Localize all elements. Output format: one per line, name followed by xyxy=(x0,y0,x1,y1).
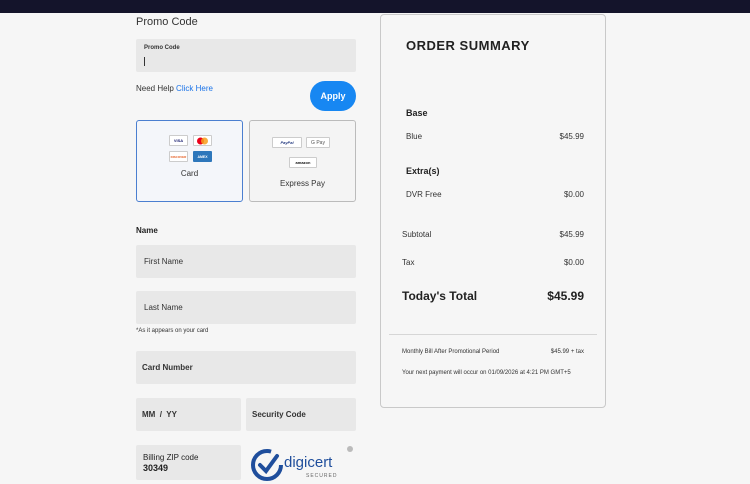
tax-value: $0.00 xyxy=(563,258,584,267)
need-help-text: Need Help Click Here xyxy=(136,84,213,93)
expiry-field[interactable]: MM / YY xyxy=(136,398,241,431)
click-here-link[interactable]: Click Here xyxy=(176,84,213,93)
total-value: $45.99 xyxy=(547,289,584,303)
extra-item-name: DVR Free xyxy=(406,190,442,199)
monthly-bill-label: Monthly Bill After Promotional Period xyxy=(402,349,500,355)
digicert-badge: digicert SECURED xyxy=(250,444,356,482)
top-bar xyxy=(0,0,750,13)
paypal-icon: PayPal xyxy=(272,137,302,148)
base-item-name: Blue xyxy=(406,132,423,141)
visa-icon: VISA xyxy=(169,135,188,146)
name-hint: *As it appears on your card xyxy=(136,328,209,334)
zip-value: 30349 xyxy=(143,463,169,473)
registered-icon xyxy=(347,446,353,452)
payment-method-card[interactable]: VISA DISCOVER AMEX Card xyxy=(136,120,243,202)
digicert-check-icon xyxy=(251,449,283,481)
billing-zip-field[interactable]: Billing ZIP code 30349 xyxy=(136,445,241,480)
express-pay-label: Express Pay xyxy=(280,179,325,188)
digicert-wordmark: digicert xyxy=(284,454,333,471)
promo-section-label: Promo Code xyxy=(136,16,198,28)
base-item-price: $45.99 xyxy=(559,132,584,141)
text-caret xyxy=(144,57,145,66)
apply-button[interactable]: Apply xyxy=(310,81,356,111)
order-summary-panel: ORDER SUMMARY Base Blue $45.99 Extra(s) … xyxy=(380,14,606,408)
base-heading: Base xyxy=(406,108,428,118)
amazon-pay-icon: amazon xyxy=(289,157,317,168)
expiry-placeholder: MM / YY xyxy=(142,410,177,419)
monthly-bill-value: $45.99 + tax xyxy=(550,349,584,355)
extra-item-price: $0.00 xyxy=(563,190,584,199)
first-name-placeholder: First Name xyxy=(144,257,184,266)
google-pay-icon: G Pay xyxy=(306,137,330,148)
mastercard-icon xyxy=(193,135,212,146)
total-label: Today's Total xyxy=(402,289,478,303)
payment-method-express[interactable]: PayPal G Pay amazon Express Pay xyxy=(249,120,356,202)
subtotal-label: Subtotal xyxy=(402,230,432,239)
card-label: Card xyxy=(180,169,199,178)
security-code-field[interactable]: Security Code xyxy=(246,398,356,431)
zip-label: Billing ZIP code xyxy=(143,453,199,462)
first-name-field[interactable]: First Name xyxy=(136,245,356,278)
card-number-field[interactable]: Card Number xyxy=(136,351,356,384)
discover-icon: DISCOVER xyxy=(169,151,188,162)
summary-divider xyxy=(389,334,597,335)
subtotal-value: $45.99 xyxy=(559,230,584,239)
promo-code-input[interactable]: Promo Code xyxy=(136,39,356,72)
next-payment-note: Your next payment will occur on 01/09/20… xyxy=(402,370,571,376)
last-name-placeholder: Last Name xyxy=(144,303,183,312)
order-summary-title: ORDER SUMMARY xyxy=(406,38,530,53)
need-help-label: Need Help xyxy=(136,84,174,93)
card-number-placeholder: Card Number xyxy=(142,363,193,372)
tax-label: Tax xyxy=(402,258,415,267)
amex-icon: AMEX xyxy=(193,151,212,162)
promo-code-field-label: Promo Code xyxy=(144,45,180,51)
security-code-placeholder: Security Code xyxy=(252,410,306,419)
name-section-label: Name xyxy=(136,226,158,235)
digicert-secured-text: SECURED xyxy=(306,473,338,479)
last-name-field[interactable]: Last Name xyxy=(136,291,356,324)
extras-heading: Extra(s) xyxy=(406,166,440,176)
